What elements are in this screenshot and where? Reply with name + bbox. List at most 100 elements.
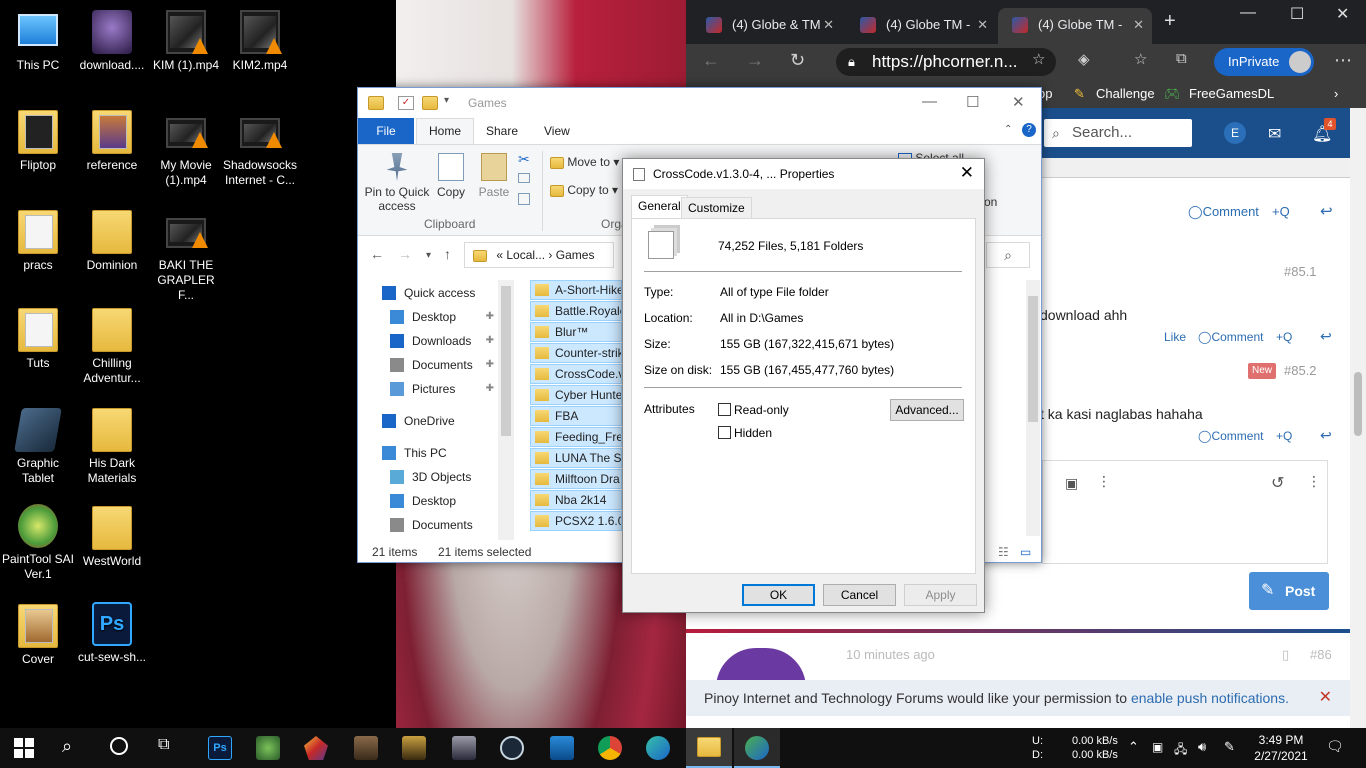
start-windows-icon[interactable]: [14, 738, 34, 758]
post-number-85-2[interactable]: #85.2: [1284, 363, 1317, 378]
desktop-icon-westworld[interactable]: WestWorld: [74, 506, 150, 569]
browser-tab-3-active[interactable]: (4) Globe TM - ✕: [998, 8, 1152, 44]
tab-share[interactable]: Share: [486, 124, 518, 138]
page-scrollbar[interactable]: [1350, 108, 1366, 728]
reply-composer[interactable]: ▣ ⋮ ↺ ⋮: [1042, 460, 1328, 564]
close-icon[interactable]: ✕: [960, 163, 974, 183]
nav-item[interactable]: Pictures ✚: [358, 378, 508, 400]
close-tab-icon[interactable]: ✕: [1133, 8, 1144, 42]
list-item[interactable]: Blur™: [530, 322, 622, 342]
help-icon[interactable]: ?: [1022, 123, 1036, 137]
forward-arrow-icon[interactable]: →: [398, 246, 412, 262]
nav-item[interactable]: 3D Objects: [358, 466, 508, 488]
system-clock[interactable]: 3:49 PM 2/27/2021: [1248, 732, 1314, 764]
desktop-icon-tuts[interactable]: Tuts: [0, 308, 76, 371]
quote-link-1[interactable]: +Q: [1272, 204, 1290, 219]
copy-button[interactable]: Copy: [434, 153, 468, 199]
desktop-icon-kim1[interactable]: KIM (1).mp4: [148, 10, 224, 73]
explorer-search-box[interactable]: ⌕: [986, 242, 1030, 268]
navigation-scrollbar[interactable]: [498, 280, 514, 540]
network-icon[interactable]: 🖧︎: [1174, 740, 1187, 761]
list-item[interactable]: Nba 2k14: [530, 490, 622, 510]
maximize-icon[interactable]: ☐: [1290, 4, 1304, 24]
paste-shortcut-icon[interactable]: [518, 193, 530, 205]
close-icon[interactable]: ✕: [1012, 93, 1025, 111]
chevron-up-icon[interactable]: ⌃: [1128, 739, 1139, 755]
desktop-icon-reference[interactable]: reference: [74, 110, 150, 173]
inprivate-button[interactable]: InPrivate: [1214, 48, 1314, 76]
list-item[interactable]: CrossCode.v1: [530, 364, 622, 384]
more-menu-icon[interactable]: ⋯: [1334, 50, 1352, 71]
recent-locations-icon[interactable]: ▾: [426, 250, 431, 261]
more-options-icon[interactable]: ⋮: [1097, 473, 1111, 490]
url-field[interactable]: 🔒︎ https://phcorner.n...: [836, 48, 1056, 76]
file-list-scrollbar[interactable]: [1026, 280, 1040, 536]
user-avatar-icon[interactable]: E: [1224, 122, 1246, 144]
comment-link-3[interactable]: ◯Comment: [1198, 429, 1263, 443]
nav-item[interactable]: Desktop: [358, 490, 508, 512]
readonly-checkbox[interactable]: [718, 403, 731, 416]
address-bar[interactable]: « Local... › Games: [464, 242, 614, 268]
app-taskbar-icon[interactable]: [550, 736, 574, 760]
comment-link-1[interactable]: ◯Comment: [1188, 204, 1259, 220]
scrollbar-thumb[interactable]: [1354, 372, 1362, 436]
comment-link-2[interactable]: ◯Comment: [1198, 330, 1263, 344]
tab-customize[interactable]: Customize: [681, 197, 752, 219]
desktop-icon-shadowsocks[interactable]: Shadowsocks Internet - C...: [222, 118, 298, 188]
nav-item[interactable]: Documents: [358, 514, 508, 536]
properties-quick-icon[interactable]: ✓: [398, 96, 414, 110]
desktop-icon-dominion[interactable]: Dominion: [74, 210, 150, 273]
desktop-icon-baki[interactable]: BAKI THE GRAPLER F...: [148, 218, 224, 303]
like-link[interactable]: Like: [1164, 330, 1186, 344]
desktop-icon-cover[interactable]: Cover: [0, 604, 76, 667]
favorite-item-challenge[interactable]: Challenge: [1096, 86, 1155, 101]
list-item[interactable]: FBA: [530, 406, 622, 426]
forward-arrow-icon[interactable]: →: [746, 50, 764, 71]
desktop-icon-fliptop[interactable]: Fliptop: [0, 110, 76, 173]
breadcrumb-local[interactable]: Local...: [506, 248, 545, 262]
list-item[interactable]: Counter-strik: [530, 343, 622, 363]
image-icon[interactable]: ▣: [1065, 475, 1078, 492]
copy-path-icon[interactable]: [518, 173, 530, 183]
reply-arrow-icon[interactable]: ↩: [1320, 328, 1332, 345]
browser-tab-2[interactable]: (4) Globe TM - ✕: [846, 8, 996, 44]
post-button[interactable]: ✎ Post: [1249, 572, 1329, 610]
post-number-86[interactable]: #86: [1310, 647, 1332, 662]
close-tab-icon[interactable]: ✕: [823, 8, 834, 42]
new-folder-quick-icon[interactable]: [422, 96, 438, 110]
scrollbar-thumb[interactable]: [501, 286, 511, 436]
scrollbar-thumb[interactable]: [1028, 296, 1038, 422]
list-item[interactable]: Feeding_Fren: [530, 427, 622, 447]
reply-arrow-icon[interactable]: ↩: [1320, 202, 1333, 220]
desktop-icon-cut-sew[interactable]: Ps cut-sew-sh...: [74, 602, 150, 665]
app-taskbar-icon[interactable]: [256, 736, 280, 760]
list-item[interactable]: PCSX2 1.6.0: [530, 511, 622, 531]
cut-icon[interactable]: ✂: [518, 151, 530, 168]
list-item[interactable]: Milftoon Dra: [530, 469, 622, 489]
pin-to-quick-access-button[interactable]: Pin to Quick access: [364, 153, 430, 213]
back-arrow-icon[interactable]: ←: [370, 246, 384, 262]
nav-item[interactable]: OneDrive: [358, 410, 508, 432]
forum-search-input[interactable]: ⌕ Search...: [1044, 119, 1192, 147]
refresh-icon[interactable]: ↻: [790, 50, 805, 71]
ok-button[interactable]: OK: [742, 584, 815, 606]
search-icon[interactable]: ⌕: [62, 736, 72, 757]
photoshop-taskbar-icon[interactable]: Ps: [208, 736, 232, 760]
chevron-right-icon[interactable]: ›: [1334, 86, 1338, 101]
tab-view[interactable]: View: [544, 124, 570, 138]
bookmark-icon[interactable]: ▯: [1282, 647, 1289, 663]
desktop-icon-this-pc[interactable]: This PC: [0, 10, 76, 73]
enable-push-link[interactable]: enable push notifications.: [1131, 690, 1289, 706]
new-tab-icon[interactable]: +: [1164, 10, 1176, 33]
app-taskbar-icon[interactable]: [304, 736, 328, 760]
desktop-icon-chilling[interactable]: Chilling Adventur...: [74, 308, 150, 386]
tab-home[interactable]: Home: [416, 118, 475, 144]
desktop-icon-graphic-tablet[interactable]: Graphic Tablet: [0, 408, 76, 486]
paste-button[interactable]: Paste: [476, 153, 512, 199]
nav-item[interactable]: This PC: [358, 442, 508, 464]
nav-item[interactable]: Documents ✚: [358, 354, 508, 376]
list-item[interactable]: Cyber Hunter: [530, 385, 622, 405]
tab-file[interactable]: File: [358, 118, 414, 144]
cortana-icon[interactable]: [110, 737, 128, 755]
notifications-icon[interactable]: 🗨︎: [1326, 738, 1344, 755]
